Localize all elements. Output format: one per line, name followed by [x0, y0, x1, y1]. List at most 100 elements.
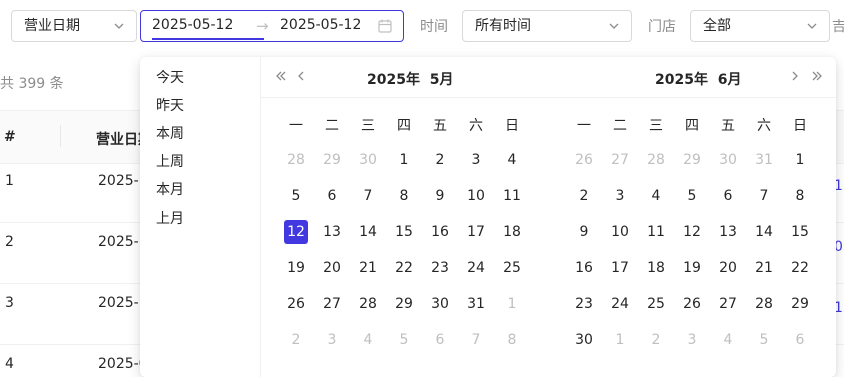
left-day-cell[interactable]: 6	[428, 328, 452, 352]
right-day-cell[interactable]: 21	[752, 256, 776, 280]
left-day-cell[interactable]: 7	[464, 328, 488, 352]
right-day-cell[interactable]: 19	[680, 256, 704, 280]
range-end-input[interactable]: 2025-05-12	[280, 17, 361, 33]
right-day-cell[interactable]: 29	[788, 292, 812, 316]
right-day-cell[interactable]: 14	[752, 220, 776, 244]
right-day-cell[interactable]: 1	[608, 328, 632, 352]
right-month-title[interactable]: 2025年 6月	[655, 69, 741, 89]
right-day-cell[interactable]: 8	[788, 184, 812, 208]
preset-this-week[interactable]: 本周	[156, 123, 184, 143]
right-day-cell[interactable]: 18	[644, 256, 668, 280]
right-day-cell[interactable]: 6	[716, 184, 740, 208]
left-day-cell[interactable]: 23	[428, 256, 452, 280]
left-day-cell[interactable]: 13	[320, 220, 344, 244]
right-day-cell[interactable]: 7	[752, 184, 776, 208]
right-day-cell[interactable]: 26	[572, 148, 596, 172]
left-day-cell[interactable]: 29	[392, 292, 416, 316]
left-month-title[interactable]: 2025年 5月	[367, 69, 453, 89]
left-selected-day[interactable]: 12	[284, 220, 308, 244]
right-day-cell[interactable]: 25	[644, 292, 668, 316]
right-day-cell[interactable]: 26	[680, 292, 704, 316]
left-day-cell[interactable]: 28	[356, 292, 380, 316]
left-day-cell[interactable]: 22	[392, 256, 416, 280]
left-day-cell[interactable]: 17	[464, 220, 488, 244]
left-day-cell[interactable]: 27	[320, 292, 344, 316]
left-day-cell[interactable]: 3	[464, 148, 488, 172]
next-year-icon[interactable]	[810, 68, 824, 87]
preset-yesterday[interactable]: 昨天	[156, 95, 184, 115]
right-day-cell[interactable]: 3	[680, 328, 704, 352]
store-select[interactable]: 全部	[690, 10, 830, 42]
prev-year-icon[interactable]	[274, 68, 288, 87]
left-day-cell[interactable]: 11	[500, 184, 524, 208]
right-day-cell[interactable]: 20	[716, 256, 740, 280]
left-day-cell[interactable]: 31	[464, 292, 488, 316]
left-day-cell[interactable]: 6	[320, 184, 344, 208]
right-day-cell[interactable]: 13	[716, 220, 740, 244]
left-day-cell[interactable]: 19	[284, 256, 308, 280]
left-day-cell[interactable]: 16	[428, 220, 452, 244]
right-day-cell[interactable]: 23	[572, 292, 596, 316]
right-day-cell[interactable]: 31	[752, 148, 776, 172]
left-day-cell[interactable]: 14	[356, 220, 380, 244]
left-day-cell[interactable]: 8	[500, 328, 524, 352]
left-day-cell[interactable]: 1	[500, 292, 524, 316]
left-day-cell[interactable]: 5	[392, 328, 416, 352]
left-day-cell[interactable]: 4	[500, 148, 524, 172]
left-day-cell[interactable]: 28	[284, 148, 308, 172]
left-day-cell[interactable]: 18	[500, 220, 524, 244]
right-day-cell[interactable]: 2	[572, 184, 596, 208]
left-day-cell[interactable]: 8	[392, 184, 416, 208]
left-day-cell[interactable]: 26	[284, 292, 308, 316]
left-day-cell[interactable]: 2	[284, 328, 308, 352]
right-day-cell[interactable]: 28	[644, 148, 668, 172]
left-day-cell[interactable]: 10	[464, 184, 488, 208]
right-day-cell[interactable]: 29	[680, 148, 704, 172]
right-day-cell[interactable]: 11	[644, 220, 668, 244]
left-day-cell[interactable]: 29	[320, 148, 344, 172]
right-day-cell[interactable]: 24	[608, 292, 632, 316]
left-day-cell[interactable]: 30	[356, 148, 380, 172]
left-day-cell[interactable]: 3	[320, 328, 344, 352]
right-day-cell[interactable]: 2	[644, 328, 668, 352]
preset-last-week[interactable]: 上周	[156, 151, 184, 171]
field-select[interactable]: 营业日期	[11, 10, 137, 42]
right-day-cell[interactable]: 17	[608, 256, 632, 280]
preset-last-month[interactable]: 上月	[156, 208, 184, 228]
left-day-cell[interactable]: 1	[392, 148, 416, 172]
preset-this-month[interactable]: 本月	[156, 179, 184, 199]
left-day-cell[interactable]: 30	[428, 292, 452, 316]
next-month-icon[interactable]	[788, 68, 802, 87]
left-day-cell[interactable]: 21	[356, 256, 380, 280]
right-day-cell[interactable]: 6	[788, 328, 812, 352]
right-day-cell[interactable]: 4	[644, 184, 668, 208]
right-day-cell[interactable]: 27	[608, 148, 632, 172]
time-select[interactable]: 所有时间	[462, 10, 632, 42]
right-day-cell[interactable]: 10	[608, 220, 632, 244]
right-day-cell[interactable]: 9	[572, 220, 596, 244]
preset-today[interactable]: 今天	[156, 67, 184, 87]
right-day-cell[interactable]: 22	[788, 256, 812, 280]
left-day-cell[interactable]: 5	[284, 184, 308, 208]
right-day-cell[interactable]: 12	[680, 220, 704, 244]
right-day-cell[interactable]: 3	[608, 184, 632, 208]
right-day-cell[interactable]: 5	[680, 184, 704, 208]
right-day-cell[interactable]: 28	[752, 292, 776, 316]
prev-month-icon[interactable]	[294, 68, 308, 87]
right-day-cell[interactable]: 1	[788, 148, 812, 172]
left-day-cell[interactable]: 20	[320, 256, 344, 280]
right-day-cell[interactable]: 4	[716, 328, 740, 352]
left-day-cell[interactable]: 4	[356, 328, 380, 352]
date-range-input[interactable]: 2025-05-12 → 2025-05-12	[140, 10, 404, 42]
left-day-cell[interactable]: 25	[500, 256, 524, 280]
right-day-cell[interactable]: 16	[572, 256, 596, 280]
left-day-cell[interactable]: 7	[356, 184, 380, 208]
right-day-cell[interactable]: 5	[752, 328, 776, 352]
left-day-cell[interactable]: 24	[464, 256, 488, 280]
left-day-cell[interactable]: 9	[428, 184, 452, 208]
left-day-cell[interactable]: 15	[392, 220, 416, 244]
left-day-cell[interactable]: 2	[428, 148, 452, 172]
range-start-input[interactable]: 2025-05-12	[152, 17, 233, 33]
right-day-cell[interactable]: 15	[788, 220, 812, 244]
right-day-cell[interactable]: 27	[716, 292, 740, 316]
